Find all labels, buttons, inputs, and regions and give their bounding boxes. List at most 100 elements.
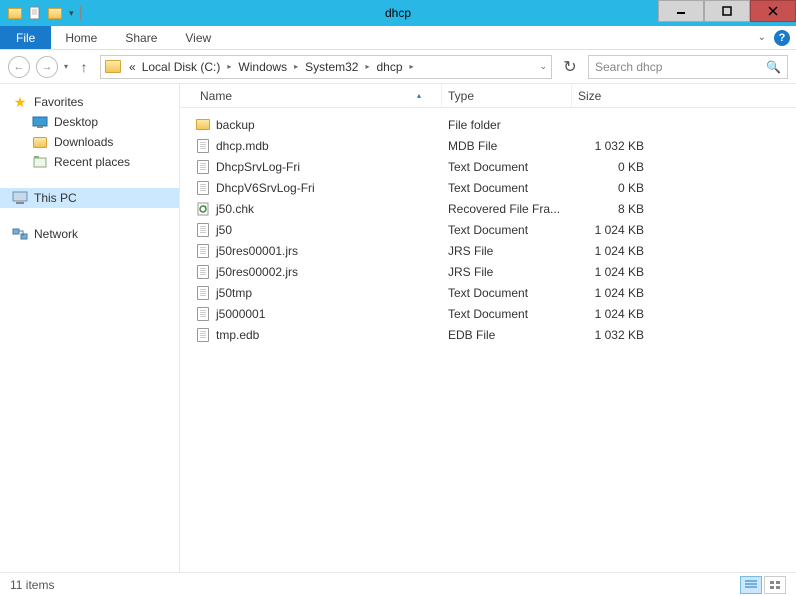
file-tab[interactable]: File (0, 26, 51, 49)
sidebar-item-label: Network (34, 227, 78, 241)
breadcrumb-item[interactable]: Local Disk (C:) (140, 60, 223, 74)
column-name[interactable]: Name ▴ (194, 84, 442, 107)
column-type[interactable]: Type (442, 84, 572, 107)
file-row[interactable]: backup File folder (180, 114, 796, 135)
file-size: 1 024 KB (572, 307, 652, 321)
file-type: JRS File (442, 244, 572, 258)
chevron-right-icon[interactable]: ▸ (291, 62, 301, 71)
share-tab[interactable]: Share (111, 26, 171, 49)
column-size[interactable]: Size (572, 84, 652, 107)
file-row[interactable]: j50.chkRecovered File Fra...8 KB (180, 198, 796, 219)
file-type: Text Document (442, 223, 572, 237)
file-name: backup (216, 118, 255, 132)
file-size: 0 KB (572, 181, 652, 195)
refresh-button[interactable]: ↻ (558, 56, 582, 78)
file-type: Text Document (442, 286, 572, 300)
forward-button[interactable]: → (36, 56, 58, 78)
file-row[interactable]: j50 Text Document1 024 KB (180, 219, 796, 240)
back-button[interactable]: ← (8, 56, 30, 78)
file-row[interactable]: DhcpSrvLog-Fri Text Document0 KB (180, 156, 796, 177)
recent-icon (32, 154, 48, 170)
sidebar-item-desktop[interactable]: Desktop (0, 112, 179, 132)
content-area: ★ Favorites Desktop Downloads Recent pla… (0, 84, 796, 572)
favorites-node[interactable]: ★ Favorites (0, 92, 179, 112)
file-size: 1 024 KB (572, 244, 652, 258)
sidebar-item-recent[interactable]: Recent places (0, 152, 179, 172)
column-headers: Name ▴ Type Size (180, 84, 796, 108)
file-row[interactable]: j50tmpText Document1 024 KB (180, 282, 796, 303)
file-name: dhcp.mdb (216, 139, 269, 153)
file-type: Text Document (442, 160, 572, 174)
navigation-pane: ★ Favorites Desktop Downloads Recent pla… (0, 84, 180, 572)
pc-icon (12, 190, 28, 206)
sidebar-item-label: Recent places (54, 155, 130, 169)
ribbon-expand-icon[interactable]: ⌄ (758, 32, 766, 43)
breadcrumb-item[interactable]: System32 (303, 60, 360, 74)
file-name: tmp.edb (216, 328, 259, 342)
document-icon (194, 222, 212, 238)
maximize-button[interactable] (704, 0, 750, 22)
file-type: MDB File (442, 139, 572, 153)
sidebar-item-downloads[interactable]: Downloads (0, 132, 179, 152)
document-icon (194, 243, 212, 259)
file-row[interactable]: tmp.edbEDB File1 032 KB (180, 324, 796, 345)
breadcrumb-item[interactable]: Windows (236, 60, 289, 74)
document-icon (194, 264, 212, 280)
file-name: DhcpV6SrvLog-Fri (216, 181, 315, 195)
icons-view-button[interactable] (764, 576, 786, 594)
file-name: j50 (216, 223, 232, 237)
desktop-icon (32, 114, 48, 130)
file-row[interactable]: DhcpV6SrvLog-Fri Text Document0 KB (180, 177, 796, 198)
history-dropdown-icon[interactable]: ▾ (64, 62, 68, 71)
document-icon (194, 180, 212, 196)
minimize-button[interactable] (658, 0, 704, 22)
file-name: j50res00001.jrs (216, 244, 298, 258)
file-size: 1 024 KB (572, 223, 652, 237)
file-name: DhcpSrvLog-Fri (216, 160, 300, 174)
document-icon (194, 285, 212, 301)
breadcrumb-item[interactable]: dhcp (374, 60, 404, 74)
file-type: File folder (442, 118, 572, 132)
file-type: Text Document (442, 307, 572, 321)
search-input[interactable]: Search dhcp 🔍 (588, 55, 788, 79)
details-view-button[interactable] (740, 576, 762, 594)
favorites-label: Favorites (34, 95, 83, 109)
document-icon (194, 159, 212, 175)
network-icon (12, 226, 28, 242)
downloads-icon (32, 134, 48, 150)
sidebar-item-thispc[interactable]: This PC (0, 188, 179, 208)
file-type: JRS File (442, 265, 572, 279)
file-row[interactable]: j50res00002.jrsJRS File1 024 KB (180, 261, 796, 282)
address-bar[interactable]: « Local Disk (C:) ▸ Windows ▸ System32 ▸… (100, 55, 552, 79)
file-list: backup File folder dhcp.mdb MDB File1 032 K… (180, 108, 796, 572)
chevron-right-icon[interactable]: ▸ (362, 62, 372, 71)
star-icon: ★ (12, 94, 28, 110)
help-icon[interactable]: ? (774, 30, 790, 46)
file-type: Text Document (442, 181, 572, 195)
recovered-file-icon (194, 201, 212, 217)
sidebar-item-network[interactable]: Network (0, 224, 179, 244)
file-type: Recovered File Fra... (442, 202, 572, 216)
document-icon (194, 138, 212, 154)
view-tab[interactable]: View (171, 26, 225, 49)
file-size: 1 032 KB (572, 139, 652, 153)
sidebar-item-label: Downloads (54, 135, 113, 149)
qat-dropdown-icon[interactable]: ▾ (66, 8, 77, 19)
file-row[interactable]: j50res00001.jrs JRS File1 024 KB (180, 240, 796, 261)
folder-open-icon[interactable] (46, 4, 64, 22)
address-dropdown-icon[interactable]: ⌄ (539, 61, 547, 72)
document-icon (194, 306, 212, 322)
file-name: j50tmp (216, 286, 252, 300)
item-count: 11 items (10, 578, 54, 592)
file-row[interactable]: j5000001Text Document1 024 KB (180, 303, 796, 324)
file-row[interactable]: dhcp.mdb MDB File1 032 KB (180, 135, 796, 156)
home-tab[interactable]: Home (51, 26, 111, 49)
explorer-window: ▾ | dhcp File Home Share View ⌄ ? ← → ▾ … (0, 0, 796, 596)
file-name: j50res00002.jrs (216, 265, 298, 279)
close-button[interactable] (750, 0, 796, 22)
file-size: 0 KB (572, 160, 652, 174)
chevron-right-icon[interactable]: ▸ (224, 62, 234, 71)
up-button[interactable]: ↑ (74, 57, 94, 77)
chevron-right-icon[interactable]: ▸ (407, 62, 417, 71)
properties-icon[interactable] (26, 4, 44, 22)
